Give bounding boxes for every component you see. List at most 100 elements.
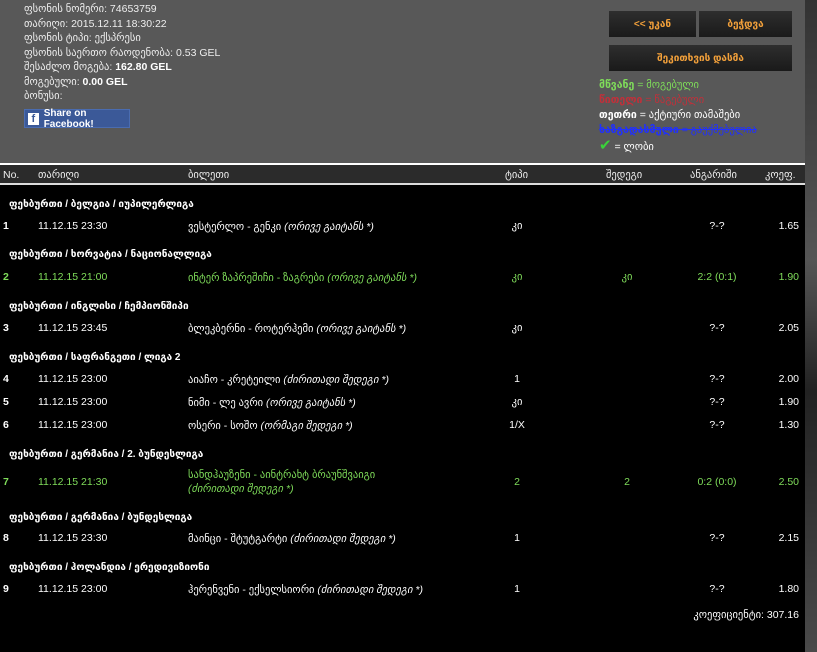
row-no: 4 [3, 373, 9, 385]
row-date: 11.12.15 23:00 [38, 419, 108, 431]
color-legend: მწვანე = მოგებული წითელი = წაგებული თეთრი … [599, 78, 757, 155]
back-button[interactable]: << უკან [609, 11, 696, 37]
row-ticket: ჰერენვენი - ექსელსიორი (ძირითადი შედეგი … [188, 583, 428, 597]
row-score: ?-? [709, 583, 725, 595]
market: (ძირითადი შედეგი *) [290, 533, 396, 545]
row-date: 11.12.15 23:45 [38, 322, 108, 334]
market: (ორივე გაიტანს *) [327, 272, 418, 284]
bonus-label: ბონუსი: [24, 90, 63, 102]
market: (ორივე გაიტანს *) [284, 221, 374, 233]
match: სანდჰაუზენი - აინტრახტ ბრაუნშვაიგი [188, 469, 376, 481]
row-no: 8 [3, 532, 9, 544]
group-header: ფეხბურთი / ხორვატია / ნაციონალლიგა [9, 249, 212, 260]
group-header: ფეხბურთი / ჰოლანდია / ერედივიზიონი [9, 562, 210, 573]
bet-info: ფსონის ნომერი: 74653759 თარიღი: 2015.12.… [24, 2, 220, 104]
row-score: 2:2 (0:1) [697, 271, 737, 283]
col-coef: კოეფ. [765, 169, 796, 181]
group-header: ფეხბურთი / ბელგია / იუპილერლიგა [9, 199, 194, 210]
legend-item: თეთრი = აქტიური თამაშები [599, 108, 757, 123]
row-date: 11.12.15 21:30 [38, 476, 108, 488]
row-coef: 1.80 [778, 583, 799, 595]
legend-key: ხაზგადასმული [599, 124, 679, 136]
checkmark-icon: ✔ [599, 137, 612, 154]
row-coef: 1.30 [778, 419, 799, 431]
total-label: კოეფიციენტი: [693, 609, 764, 621]
match: ვესტერლო - გენკი [188, 221, 282, 233]
row-score: ?-? [709, 396, 725, 408]
total-stake: 0.53 GEL [176, 46, 221, 59]
total-value: 307.16 [766, 609, 799, 621]
label: ფსონის ტიპი: [24, 32, 92, 44]
market: (ორივე გაიტანს *) [316, 323, 407, 335]
row-score: ?-? [709, 419, 725, 431]
legend-item: ✔ = ლობი [599, 138, 757, 155]
market: (ძირითადი შედეგი *) [283, 374, 390, 386]
row-no: 7 [3, 476, 9, 488]
row-score: ?-? [709, 322, 725, 334]
group-header: ფეხბურთი / ინგლისი / ჩემპიონშიპი [9, 301, 189, 312]
won-amount: 0.00 GEL [82, 75, 128, 88]
row-type: 1/X [509, 419, 525, 431]
label: ფსონის საერთო რაოდენობა: [24, 46, 174, 59]
group-header: ფეხბურთი / გერმანია / 2. ბუნდესლიგა [9, 449, 204, 460]
row-type: 1 [514, 373, 520, 385]
col-score: ანგარიში [690, 169, 737, 181]
row-no: 9 [3, 583, 9, 595]
match: აიაჩო - კრეტეილი [188, 374, 281, 386]
row-ticket: ვესტერლო - გენკი (ორივე გაიტანს *) [188, 220, 428, 234]
row-date: 11.12.15 23:00 [38, 396, 108, 408]
row-type: კი [511, 396, 523, 408]
bet-date: 2015.12.11 18:30:22 [71, 17, 167, 30]
row-date: 11.12.15 23:00 [38, 373, 108, 385]
row-ticket: ბლეკბერნი - როტერჰემი (ორივე გაიტანს *) [188, 322, 428, 336]
legend-item: წითელი = წაგებული [599, 93, 757, 108]
market: (ორივე გაიტანს *) [266, 397, 356, 409]
table-header: No. თარიღი ბილეთი ტიპი შედეგი ანგარიში კ… [0, 163, 805, 185]
print-button[interactable]: ბეჭდვა [699, 11, 792, 37]
row-type: კი [511, 220, 523, 232]
row-type: კი [511, 271, 523, 283]
bet-number: 74653759 [109, 3, 157, 15]
row-ticket: ნიმი - ლე ავრი (ორივე გაიტანს *) [188, 396, 428, 410]
row-coef: 2.05 [778, 322, 799, 334]
match: ოსერი - სოშო [188, 420, 258, 432]
bet-summary-panel: ფსონის ნომერი: 74653759 თარიღი: 2015.12.… [0, 0, 805, 163]
legend-key: თეთრი [599, 109, 637, 121]
match: მაინცი - შტუტგარტი [188, 533, 288, 545]
row-date: 11.12.15 23:00 [38, 583, 108, 595]
col-ticket: ბილეთი [188, 169, 230, 181]
row-coef: 1.90 [778, 396, 799, 408]
legend-key: მწვანე [599, 79, 635, 91]
legend-text: = ლობი [614, 141, 654, 153]
col-type: ტიპი [505, 169, 529, 181]
col-result: შედეგი [606, 169, 643, 181]
row-coef: 2.15 [778, 532, 799, 544]
row-type: 1 [514, 583, 520, 595]
match: ნიმი - ლე ავრი [188, 397, 264, 409]
row-no: 6 [3, 419, 9, 431]
possible-win: 162.80 GEL [115, 61, 172, 73]
legend-text: = წაგებული [645, 94, 705, 106]
share-facebook-button[interactable]: f Share on Facebook! [24, 108, 130, 130]
row-date: 11.12.15 23:30 [38, 532, 108, 544]
row-ticket: ინტერ ზაპრეშიჩი - ზაგრები (ორივე გაიტანს… [188, 271, 428, 285]
row-no: 3 [3, 322, 9, 334]
legend-key: წითელი [599, 94, 643, 106]
row-ticket: აიაჩო - კრეტეილი (ძირითადი შედეგი *) [188, 373, 428, 387]
label: მოგებული: [24, 75, 80, 88]
row-type: 1 [514, 532, 520, 544]
row-result: 2 [624, 476, 630, 488]
label: თარიღი: [24, 17, 69, 30]
row-no: 1 [3, 220, 9, 232]
row-type: კი [511, 322, 523, 334]
col-date: თარიღი [38, 169, 80, 181]
ask-question-button[interactable]: შეკითხვის დასმა [609, 45, 792, 71]
legend-item: მწვანე = მოგებული [599, 78, 757, 93]
row-result: კი [621, 271, 633, 283]
row-coef: 2.50 [778, 476, 799, 488]
label: შესაძლო მოგება: [24, 61, 113, 73]
col-no: No. [3, 169, 20, 181]
row-coef: 1.90 [778, 271, 799, 283]
legend-text: = აქტიური თამაშები [639, 109, 741, 121]
legend-text: = გაუქმებულია [681, 124, 757, 136]
